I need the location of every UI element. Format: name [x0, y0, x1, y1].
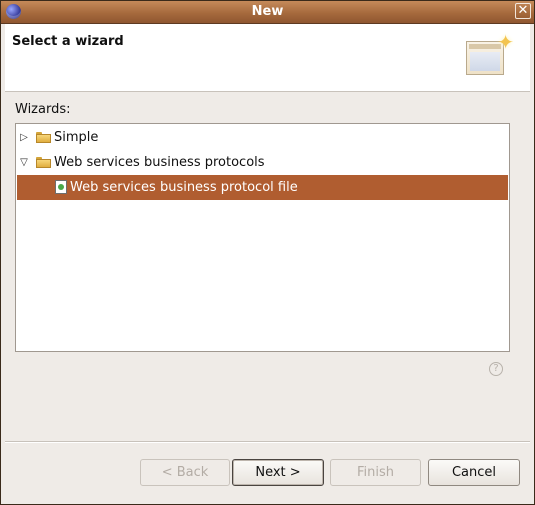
file-icon [55, 180, 67, 194]
page-title: Select a wizard [12, 34, 124, 49]
folder-icon [36, 132, 51, 143]
close-button[interactable]: ✕ [515, 3, 531, 19]
tree-item-label: Web services business protocol file [70, 180, 298, 195]
expand-arrow-icon[interactable]: ▷ [19, 125, 29, 150]
collapse-arrow-icon[interactable]: ▽ [19, 150, 29, 175]
wizard-header: Select a wizard ✦ [5, 24, 530, 92]
button-bar-separator [5, 441, 530, 443]
folder-open-icon [36, 157, 51, 168]
help-icon[interactable]: ? [489, 362, 503, 376]
back-button[interactable]: < Back [140, 459, 230, 486]
tree-item-simple[interactable]: ▷ Simple [17, 125, 508, 150]
finish-button[interactable]: Finish [330, 459, 421, 486]
wizard-banner-icon: ✦ [464, 32, 514, 82]
tree-item-web-services-business-protocol-file[interactable]: Web services business protocol file [17, 175, 508, 200]
tree-item-web-services-business-protocols[interactable]: ▽ Web services business protocols [17, 150, 508, 175]
cancel-button[interactable]: Cancel [428, 459, 520, 486]
wizards-label: Wizards: [15, 102, 71, 117]
title-bar[interactable]: New ✕ [1, 1, 534, 24]
tree-item-label: Simple [54, 130, 99, 145]
window-title: New [251, 4, 284, 19]
next-button[interactable]: Next > [232, 459, 324, 486]
new-wizard-dialog: New ✕ Select a wizard ✦ Wizards: ▷ Simpl… [0, 0, 535, 505]
tree-item-label: Web services business protocols [54, 155, 265, 170]
wizards-tree[interactable]: ▷ Simple ▽ Web services business protoco… [15, 123, 510, 352]
